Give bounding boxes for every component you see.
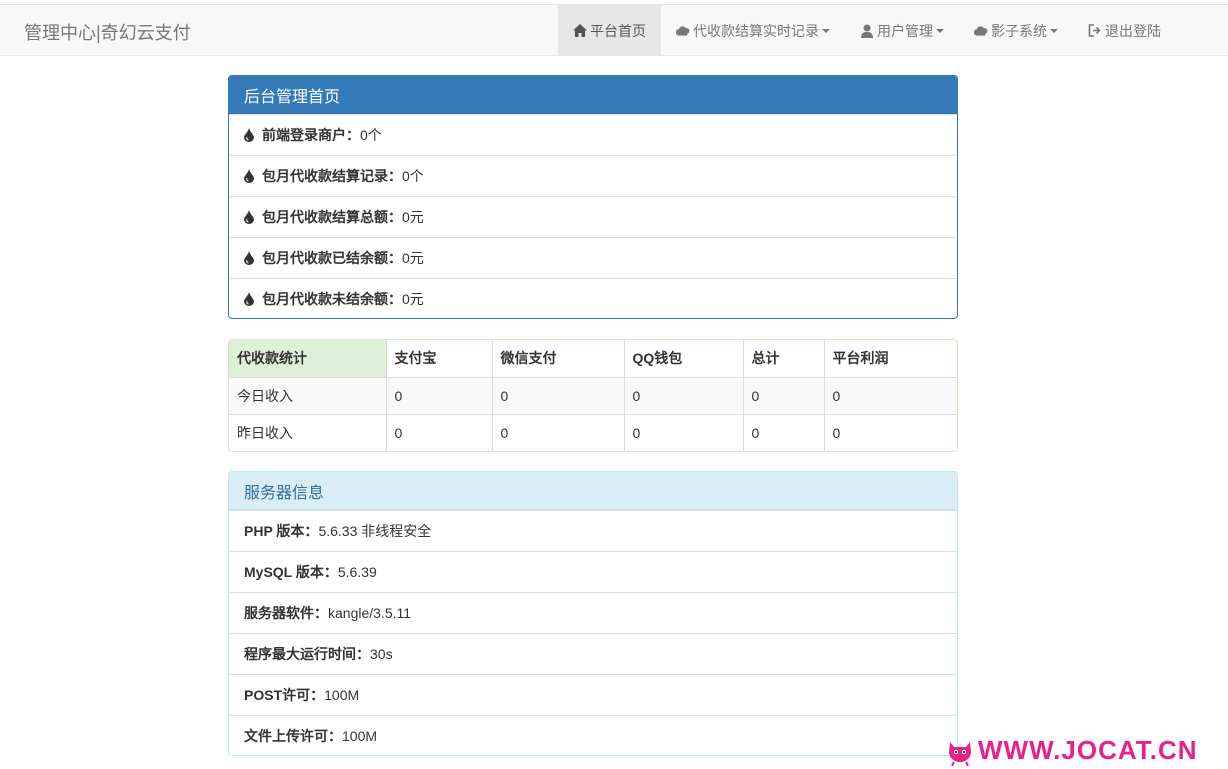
table-cell: 0 <box>742 413 824 451</box>
nav-settlement-records[interactable]: 代收款结算实时记录 <box>661 5 845 56</box>
list-item: 前端登录商户： 0个 <box>229 114 957 155</box>
table-header: 平台利润 <box>823 340 957 377</box>
table-cell: 今日收入 <box>229 376 386 414</box>
table-header: QQ钱包 <box>623 340 743 377</box>
list-item-label: 前端登录商户： <box>262 127 360 143</box>
table-cell: 昨日收入 <box>229 413 386 451</box>
list-item: 包月代收款结算记录： 0个 <box>229 155 957 196</box>
table-header: 总计 <box>742 340 824 377</box>
cat-logo-icon <box>949 741 971 766</box>
list-item-label: PHP 版本： <box>244 523 319 539</box>
nav-user-management[interactable]: 用户管理 <box>845 5 959 56</box>
list-item-label: 程序最大运行时间： <box>244 646 370 662</box>
list-item: 服务器软件： kangle/3.5.11 <box>229 592 957 633</box>
cloud-icon <box>676 24 690 38</box>
list-item-value: 0元 <box>402 209 424 225</box>
list-item-value: 0元 <box>402 250 424 266</box>
list-item: 包月代收款已结余额： 0元 <box>229 237 957 278</box>
list-item-value: 100M <box>342 728 378 744</box>
server-info-panel: 服务器信息 PHP 版本： 5.6.33 非线程安全 MySQL 版本： 5.6.3… <box>228 471 958 756</box>
list-item-value: 30s <box>370 646 393 662</box>
table-cell: 0 <box>491 376 624 414</box>
list-item-value: 5.6.39 <box>337 564 377 580</box>
table-cell: 0 <box>823 413 957 451</box>
nav-home[interactable]: 平台首页 <box>558 5 661 56</box>
nav-shadow-system[interactable]: 影子系统 <box>959 5 1073 56</box>
server-info-title: 服务器信息 <box>229 472 957 510</box>
tint-icon <box>244 251 256 265</box>
main-nav: 平台首页 代收款结算实时记录 用户管理 影子系统 退出登陆 <box>558 5 1176 56</box>
nav-home-label: 平台首页 <box>590 22 646 39</box>
list-item-value: 100M <box>324 687 360 703</box>
list-item-value: 0个 <box>402 168 424 184</box>
table-cell: 0 <box>623 413 743 451</box>
table-cell: 0 <box>491 413 624 451</box>
list-item-label: 包月代收款未结余额： <box>262 291 402 307</box>
chevron-down-icon <box>1050 28 1058 33</box>
list-item: POST许可： 100M <box>229 674 957 715</box>
brand-title[interactable]: 管理中心|奇幻云支付 <box>24 19 191 45</box>
list-item-value: kangle/3.5.11 <box>328 605 412 621</box>
nav-logout-label: 退出登陆 <box>1105 22 1161 39</box>
list-item: 包月代收款结算总额： 0元 <box>229 196 957 237</box>
list-item: 文件上传许可： 100M <box>229 715 957 755</box>
watermark-text: WWW.JOCAT.CN <box>978 735 1198 765</box>
list-item: 程序最大运行时间： 30s <box>229 633 957 674</box>
logout-icon <box>1088 24 1102 38</box>
nav-logout[interactable]: 退出登陆 <box>1073 5 1176 56</box>
nav-shadow-label: 影子系统 <box>991 22 1047 39</box>
table-cell: 0 <box>823 376 957 414</box>
nav-settlement-label: 代收款结算实时记录 <box>693 22 819 39</box>
list-item: PHP 版本： 5.6.33 非线程安全 <box>229 510 957 551</box>
nav-user-label: 用户管理 <box>877 22 933 39</box>
home-icon <box>573 24 587 38</box>
list-item: 包月代收款未结余额： 0元 <box>229 278 957 318</box>
list-item-value: 5.6.33 非线程安全 <box>318 523 432 539</box>
cloud-icon <box>974 24 988 38</box>
table-cell: 0 <box>623 376 743 414</box>
tint-icon <box>244 128 256 142</box>
table-header: 微信支付 <box>491 340 624 377</box>
list-item-label: 服务器软件： <box>244 605 328 621</box>
list-item-value: 0个 <box>360 127 382 143</box>
table-row: 昨日收入 0 0 0 0 0 <box>229 413 957 451</box>
tint-icon <box>244 292 256 306</box>
list-item: MySQL 版本： 5.6.39 <box>229 551 957 592</box>
tint-icon <box>244 210 256 224</box>
table-cell: 0 <box>742 376 824 414</box>
list-item-label: MySQL 版本： <box>244 564 338 580</box>
user-icon <box>860 24 874 38</box>
list-item-label: 包月代收款已结余额： <box>262 250 402 266</box>
list-item-label: 包月代收款结算记录： <box>262 168 402 184</box>
tint-icon <box>244 169 256 183</box>
collection-stats-table: 代收款统计 支付宝 微信支付 QQ钱包 总计 平台利润 今日收入 0 0 0 0… <box>228 339 958 452</box>
table-row: 今日收入 0 0 0 0 0 <box>229 376 957 414</box>
overview-panel-title: 后台管理首页 <box>229 76 957 114</box>
table-header: 支付宝 <box>385 340 492 377</box>
list-item-value: 0元 <box>402 291 424 307</box>
table-header: 代收款统计 <box>229 340 386 377</box>
chevron-down-icon <box>936 28 944 33</box>
table-cell: 0 <box>385 376 492 414</box>
list-item-label: 包月代收款结算总额： <box>262 209 402 225</box>
overview-panel: 后台管理首页 前端登录商户： 0个 包月代收款结算记录： 0个 包月代收款结算总额：… <box>228 75 958 319</box>
table-cell: 0 <box>385 413 492 451</box>
chevron-down-icon <box>822 28 830 33</box>
site-watermark: WWW.JOCAT.CN <box>946 735 1198 766</box>
table-header-row: 代收款统计 支付宝 微信支付 QQ钱包 总计 平台利润 <box>229 340 957 377</box>
top-navbar: 管理中心|奇幻云支付 平台首页 代收款结算实时记录 用户管理 影子系统 退出登陆 <box>0 4 1228 56</box>
list-item-label: POST许可： <box>244 687 325 703</box>
list-item-label: 文件上传许可： <box>244 728 342 744</box>
